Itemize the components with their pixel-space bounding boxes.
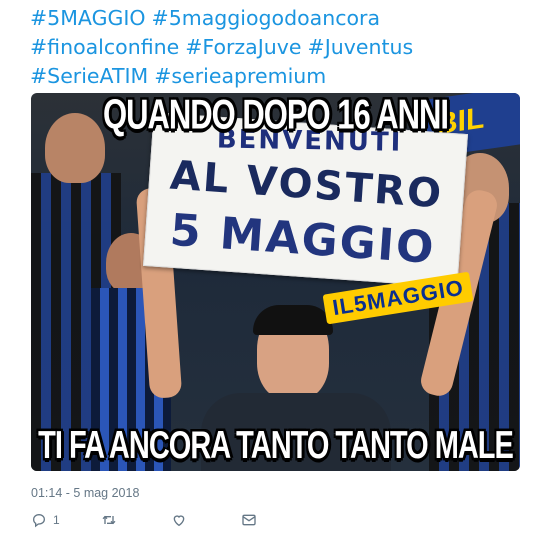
meme-caption-top: QUANDO DOPO 16 ANNI <box>102 93 449 138</box>
hashtag-line-1: #5MAGGIO #5maggiogodoancora <box>30 4 530 33</box>
reply-icon <box>32 513 46 528</box>
direct-message-button[interactable] <box>241 512 257 528</box>
fan-cap <box>253 305 333 335</box>
meme-caption-bottom: TI FA ANCORA TANTO TANTO MALE <box>38 424 514 468</box>
tweet-actions: 1 <box>31 512 331 534</box>
hashtag-link[interactable]: #ForzaJuve <box>185 35 301 59</box>
hashtag-link[interactable]: #serieapremium <box>154 64 326 88</box>
hashtag-link[interactable]: #5maggiogodoancora <box>152 6 380 30</box>
like-button[interactable] <box>171 512 187 528</box>
tweet-media-image[interactable]: BIL BENVENUTI AL VOSTRO 5 MAGGIO IL5MAGG… <box>31 93 520 471</box>
tweet-text: #5MAGGIO #5maggiogodoancora #finoalconfin… <box>30 4 530 91</box>
reply-count: 1 <box>53 513 60 527</box>
hashtag-link[interactable]: #finoalconfine <box>30 35 179 59</box>
heart-icon <box>173 515 185 527</box>
hashtag-link[interactable]: #SerieATIM <box>30 64 148 88</box>
hashtag-line-3: #SerieATIM #serieapremium <box>30 62 530 91</box>
retweet-icon <box>102 515 116 525</box>
reply-button[interactable]: 1 <box>31 512 60 528</box>
hashtag-link[interactable]: #5MAGGIO <box>30 6 146 30</box>
hashtag-line-2: #finoalconfine #ForzaJuve #Juventus <box>30 33 530 62</box>
tweet-timestamp[interactable]: 01:14 - 5 mag 2018 <box>31 486 139 500</box>
retweet-button[interactable] <box>101 512 117 528</box>
hashtag-link[interactable]: #Juventus <box>308 35 414 59</box>
envelope-icon <box>242 514 256 526</box>
